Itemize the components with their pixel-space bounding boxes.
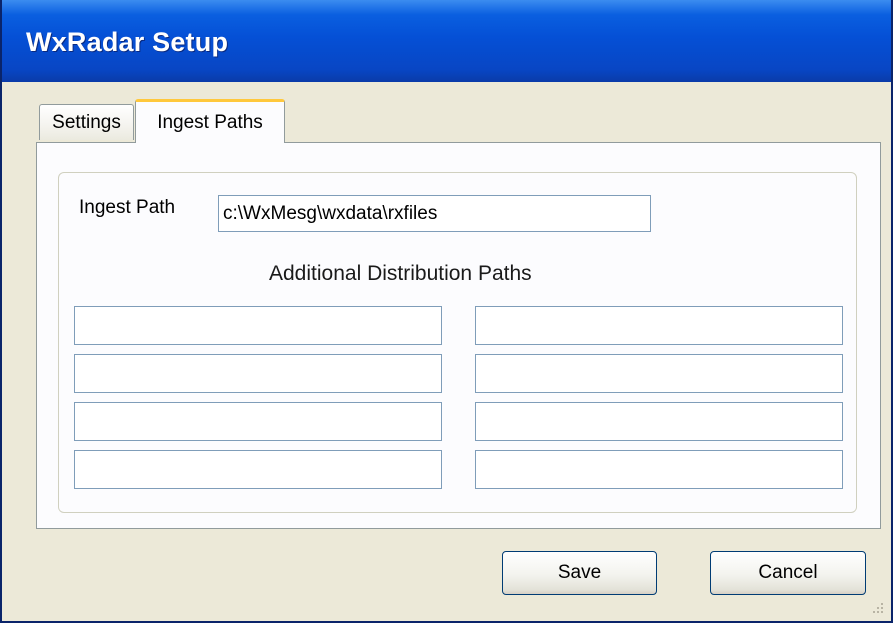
distribution-path-input[interactable] — [475, 402, 843, 441]
paths-groupbox: Ingest Path Additional Distribution Path… — [58, 172, 857, 513]
ingest-paths-panel: Ingest Path Additional Distribution Path… — [36, 142, 881, 529]
distribution-path-input[interactable] — [475, 354, 843, 393]
setup-dialog: WxRadar Setup Settings Ingest Paths Inge… — [0, 0, 893, 623]
cancel-button-label: Cancel — [758, 562, 818, 583]
resize-grip-icon[interactable] — [871, 601, 885, 615]
distribution-path-input[interactable] — [74, 306, 442, 345]
tab-settings[interactable]: Settings — [39, 104, 134, 140]
title-bar[interactable]: WxRadar Setup — [2, 0, 891, 82]
tab-ingest-paths-label: Ingest Paths — [157, 111, 263, 133]
cancel-button[interactable]: Cancel — [710, 551, 866, 595]
ingest-path-label: Ingest Path — [79, 197, 176, 218]
distribution-path-input[interactable] — [74, 450, 442, 489]
distribution-path-input[interactable] — [74, 354, 442, 393]
ingest-path-input[interactable] — [218, 195, 651, 232]
save-button-label: Save — [557, 562, 602, 583]
distribution-path-input[interactable] — [475, 306, 843, 345]
distribution-path-input[interactable] — [74, 402, 442, 441]
save-button[interactable]: Save — [502, 551, 657, 595]
window-title: WxRadar Setup — [26, 27, 229, 57]
distribution-paths-heading: Additional Distribution Paths — [269, 262, 532, 285]
tab-settings-label: Settings — [52, 111, 121, 133]
tab-ingest-paths[interactable]: Ingest Paths — [135, 99, 285, 143]
distribution-path-input[interactable] — [475, 450, 843, 489]
